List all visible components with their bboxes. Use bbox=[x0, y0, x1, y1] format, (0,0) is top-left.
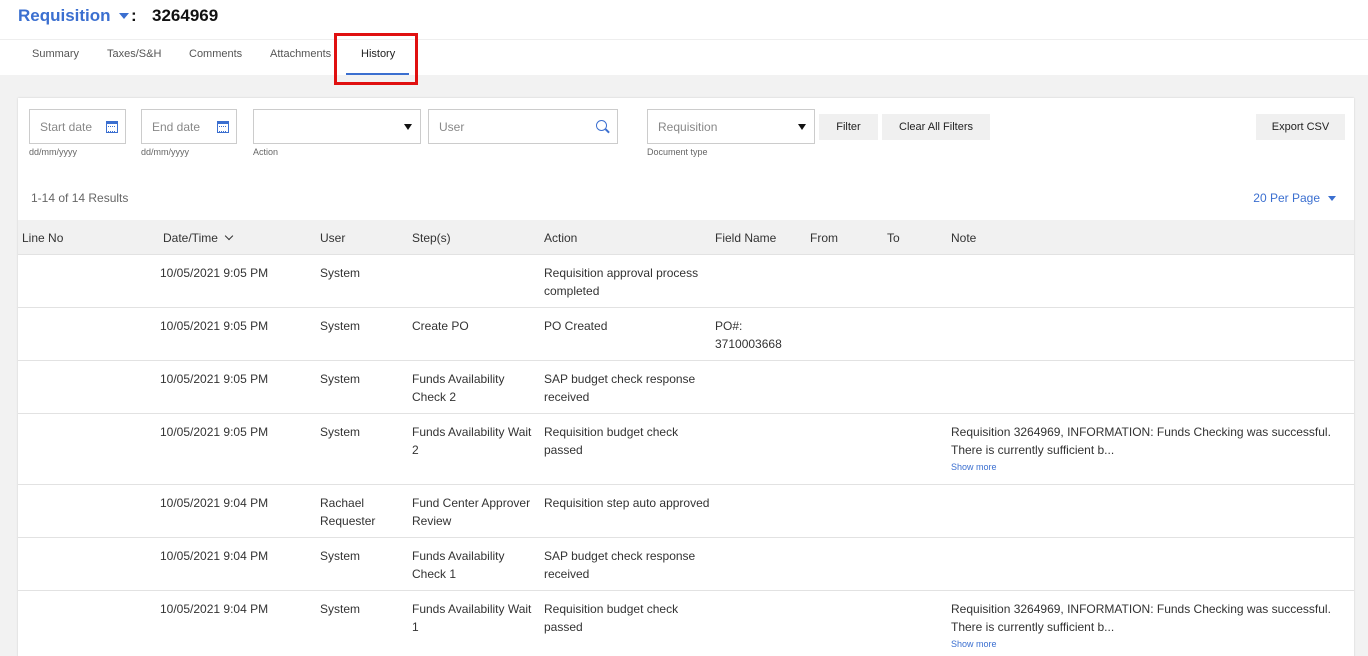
document-type-hint: Document type bbox=[647, 147, 708, 157]
column-header-datetime[interactable]: Date/Time bbox=[163, 231, 234, 245]
caret-down-icon bbox=[1328, 195, 1336, 201]
cell-note: Requisition 3264969, INFORMATION: Funds … bbox=[951, 424, 1351, 474]
show-more-link[interactable]: Show more bbox=[951, 637, 1351, 651]
user-search-placeholder: User bbox=[439, 120, 465, 134]
cell-user: Rachael Requester bbox=[320, 496, 376, 528]
cell-user: System bbox=[320, 549, 361, 563]
show-more-link[interactable]: Show more bbox=[951, 460, 1351, 474]
dropdown-arrow-icon bbox=[798, 124, 806, 130]
column-header-steps[interactable]: Step(s) bbox=[412, 231, 451, 245]
start-date-hint: dd/mm/yyyy bbox=[29, 147, 78, 157]
action-select[interactable] bbox=[253, 109, 421, 144]
cell-note bbox=[951, 371, 1351, 372]
document-type-label: Requisition bbox=[18, 6, 111, 25]
calendar-icon[interactable] bbox=[106, 121, 118, 133]
cell-step: Funds Availability Check 2 bbox=[412, 372, 505, 404]
cell-user: System bbox=[320, 372, 361, 386]
per-page-label: 20 Per Page bbox=[1253, 191, 1320, 205]
cell-field-name: PO#: 3710003668 bbox=[715, 319, 782, 351]
cell-step: Funds Availability Wait 2 bbox=[412, 425, 532, 457]
table-row: 10/05/2021 9:05 PM System Funds Availabi… bbox=[18, 414, 1354, 485]
cell-action: PO Created bbox=[544, 319, 608, 333]
end-date-placeholder: End date bbox=[152, 120, 201, 134]
cell-action: Requisition step auto approved bbox=[544, 496, 710, 510]
table-row: 10/05/2021 9:04 PM System Funds Availabi… bbox=[18, 591, 1354, 656]
cell-note bbox=[951, 318, 1351, 319]
action-hint: Action bbox=[253, 147, 279, 157]
tab-bar: Summary Taxes/S&H Comments Attachments H… bbox=[0, 40, 1368, 75]
cell-datetime: 10/05/2021 9:05 PM bbox=[160, 319, 269, 333]
user-search-input[interactable]: User bbox=[428, 109, 618, 144]
caret-down-icon bbox=[118, 13, 129, 19]
history-panel: Start date dd/mm/yyyy End date dd/mm/yyy… bbox=[18, 98, 1354, 656]
cell-note: Requisition 3264969, INFORMATION: Funds … bbox=[951, 601, 1351, 651]
page-header: Requisition : 3264969 bbox=[0, 0, 1368, 40]
tab-summary[interactable]: Summary bbox=[32, 48, 79, 60]
cell-action: Requisition approval process completed bbox=[544, 266, 699, 298]
cell-user: System bbox=[320, 266, 361, 280]
cell-action: SAP budget check response received bbox=[544, 372, 696, 404]
cell-user: System bbox=[320, 425, 361, 439]
cell-note bbox=[951, 265, 1351, 266]
cell-datetime: 10/05/2021 9:04 PM bbox=[160, 602, 269, 616]
cell-datetime: 10/05/2021 9:04 PM bbox=[160, 549, 269, 563]
table-row: 10/05/2021 9:05 PM System Funds Availabi… bbox=[18, 361, 1354, 414]
cell-step: Funds Availability Wait 1 bbox=[412, 602, 532, 634]
start-date-field[interactable]: Start date bbox=[29, 109, 126, 144]
column-header-field-name[interactable]: Field Name bbox=[715, 231, 776, 245]
export-csv-button[interactable]: Export CSV bbox=[1256, 114, 1345, 140]
document-type-dropdown[interactable]: Requisition bbox=[18, 6, 129, 26]
cell-note bbox=[951, 548, 1351, 549]
column-header-to[interactable]: To bbox=[887, 231, 900, 245]
header-separator: : bbox=[131, 6, 137, 25]
document-type-select-value: Requisition bbox=[658, 120, 718, 134]
cell-action: Requisition budget check passed bbox=[544, 602, 679, 634]
column-header-line-no[interactable]: Line No bbox=[22, 231, 63, 245]
table-header: Line No Date/Time User Step(s) Action Fi… bbox=[18, 220, 1354, 255]
column-header-action[interactable]: Action bbox=[544, 231, 577, 245]
column-header-user[interactable]: User bbox=[320, 231, 345, 245]
column-header-note[interactable]: Note bbox=[951, 231, 976, 245]
cell-note bbox=[951, 495, 1351, 496]
document-number: 3264969 bbox=[152, 6, 219, 25]
table-row: 10/05/2021 9:05 PM System Create PO PO C… bbox=[18, 308, 1354, 361]
cell-user: System bbox=[320, 319, 361, 333]
history-tab-highlight bbox=[334, 33, 418, 85]
cell-action: SAP budget check response received bbox=[544, 549, 696, 581]
table-row: 10/05/2021 9:05 PM System Requisition ap… bbox=[18, 255, 1354, 308]
cell-step: Fund Center Approver Review bbox=[412, 496, 531, 528]
cell-datetime: 10/05/2021 9:05 PM bbox=[160, 266, 269, 280]
column-header-from[interactable]: From bbox=[810, 231, 838, 245]
tab-attachments[interactable]: Attachments bbox=[270, 48, 331, 60]
cell-step: Create PO bbox=[412, 319, 469, 333]
search-icon[interactable] bbox=[596, 120, 607, 131]
table-row: 10/05/2021 9:04 PM System Funds Availabi… bbox=[18, 538, 1354, 591]
cell-user: System bbox=[320, 602, 361, 616]
dropdown-arrow-icon bbox=[404, 124, 412, 130]
end-date-field[interactable]: End date bbox=[141, 109, 237, 144]
cell-step: Funds Availability Check 1 bbox=[412, 549, 505, 581]
cell-datetime: 10/05/2021 9:05 PM bbox=[160, 425, 269, 439]
end-date-hint: dd/mm/yyyy bbox=[141, 147, 190, 157]
start-date-placeholder: Start date bbox=[40, 120, 93, 134]
cell-action: Requisition budget check passed bbox=[544, 425, 679, 457]
results-count: 1-14 of 14 Results bbox=[31, 191, 129, 205]
table-row: 10/05/2021 9:04 PM Rachael Requester Fun… bbox=[18, 485, 1354, 538]
document-type-select[interactable]: Requisition bbox=[647, 109, 815, 144]
cell-datetime: 10/05/2021 9:05 PM bbox=[160, 372, 269, 386]
cell-datetime: 10/05/2021 9:04 PM bbox=[160, 496, 269, 510]
sort-chevron-icon[interactable] bbox=[224, 231, 234, 241]
per-page-dropdown[interactable]: 20 Per Page bbox=[1253, 191, 1336, 205]
tab-taxes[interactable]: Taxes/S&H bbox=[107, 48, 161, 60]
clear-all-filters-button[interactable]: Clear All Filters bbox=[882, 114, 990, 140]
calendar-icon[interactable] bbox=[217, 121, 229, 133]
filter-button[interactable]: Filter bbox=[819, 114, 878, 140]
tab-comments[interactable]: Comments bbox=[189, 48, 242, 60]
